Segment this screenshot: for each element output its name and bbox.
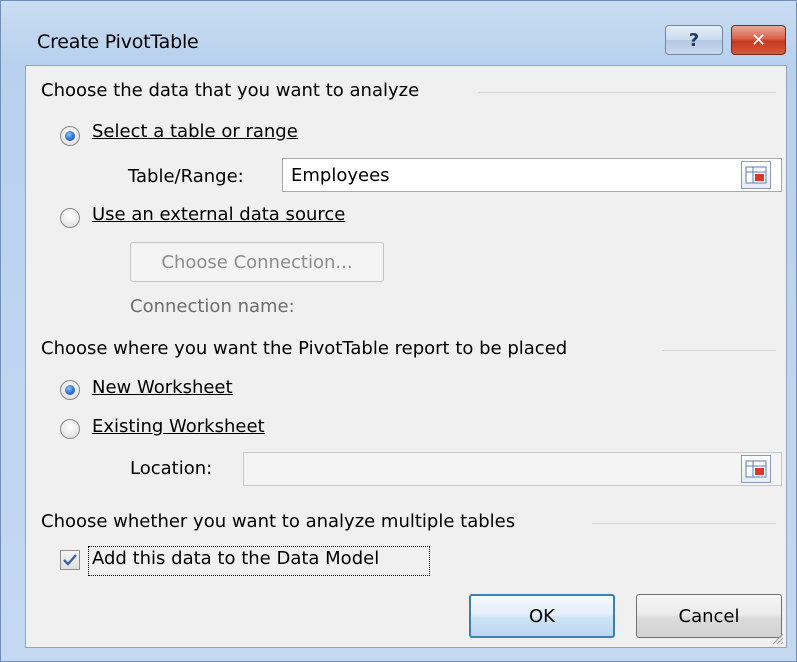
help-icon: ? — [688, 29, 700, 51]
existing-worksheet-label[interactable]: Existing Worksheet — [92, 416, 265, 437]
new-worksheet-label[interactable]: New Worksheet — [92, 377, 233, 398]
range-selector-icon — [745, 166, 767, 184]
range-selector-icon — [745, 460, 767, 478]
choose-connection-button[interactable]: Choose Connection... — [130, 242, 384, 282]
add-data-model-label[interactable]: Add this data to the Data Model — [92, 548, 379, 569]
help-button[interactable]: ? — [665, 25, 723, 55]
group-separator — [662, 350, 776, 351]
section-heading-location: Choose where you want the PivotTable rep… — [41, 338, 568, 359]
table-range-picker-button[interactable] — [741, 161, 771, 189]
select-table-label[interactable]: Select a table or range — [92, 121, 298, 142]
radio-external-source[interactable] — [60, 208, 80, 228]
add-data-model-checkbox[interactable] — [60, 550, 80, 570]
radio-new-worksheet[interactable] — [60, 380, 80, 400]
location-picker-button[interactable] — [741, 455, 771, 483]
location-input[interactable] — [243, 452, 782, 486]
resize-grip-icon[interactable] — [770, 631, 784, 645]
group-separator — [592, 523, 776, 524]
dialog-window: Create PivotTable ? ✕ Choose the data th… — [0, 0, 797, 662]
location-label: Location: — [130, 458, 213, 479]
window-title: Create PivotTable — [37, 31, 199, 53]
connection-name-label: Connection name: — [130, 296, 295, 317]
close-button[interactable]: ✕ — [731, 25, 786, 55]
radio-select-table[interactable] — [60, 126, 80, 146]
cancel-button[interactable]: Cancel — [636, 594, 782, 638]
external-source-label[interactable]: Use an external data source — [92, 204, 345, 225]
table-range-label: Table/Range: — [128, 166, 244, 187]
close-icon: ✕ — [750, 29, 767, 51]
table-range-input[interactable]: Employees — [282, 158, 782, 192]
checkmark-icon — [63, 554, 77, 566]
section-heading-model: Choose whether you want to analyze multi… — [41, 511, 516, 532]
title-bar[interactable]: Create PivotTable ? ✕ — [1, 1, 797, 67]
dialog-body: Choose the data that you want to analyze… — [25, 65, 787, 648]
group-separator — [478, 92, 776, 93]
section-heading-data: Choose the data that you want to analyze — [41, 80, 420, 101]
radio-existing-worksheet[interactable] — [60, 419, 80, 439]
ok-button[interactable]: OK — [469, 594, 615, 638]
